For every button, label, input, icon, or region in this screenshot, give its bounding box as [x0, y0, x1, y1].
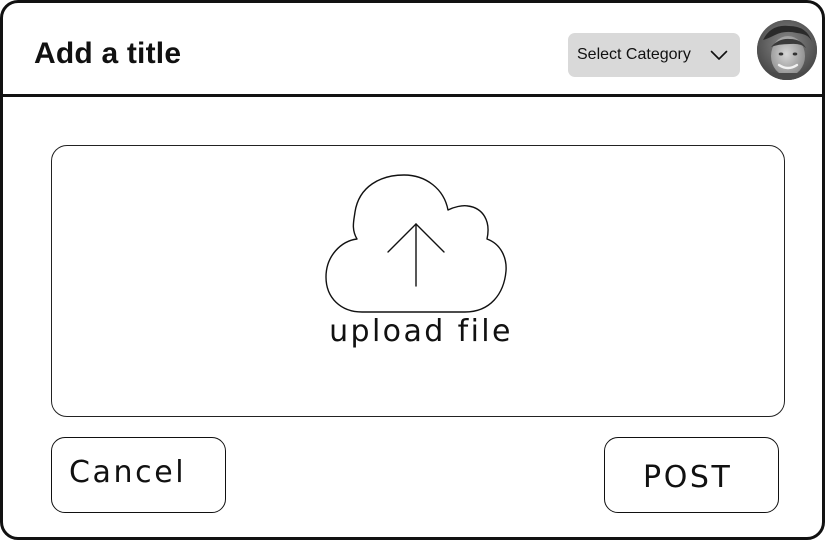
editor-header: Add a title Select Category: [3, 3, 825, 97]
upload-label: upload file: [329, 314, 513, 349]
title-input[interactable]: Add a title: [34, 35, 181, 73]
user-avatar-image: [757, 20, 817, 80]
category-select-label: Select Category: [577, 46, 691, 63]
post-button[interactable]: POST: [604, 437, 779, 513]
post-button-label: POST: [643, 460, 733, 495]
cancel-button[interactable]: Cancel: [51, 437, 226, 513]
cancel-button-label: Cancel: [69, 455, 187, 490]
category-select[interactable]: Select Category: [568, 33, 740, 77]
avatar[interactable]: [757, 20, 817, 80]
upload-dropzone[interactable]: upload file: [51, 145, 785, 417]
chevron-down-icon: [710, 50, 728, 60]
cloud-upload-icon: [325, 174, 507, 313]
post-editor-window: Add a title Select Category upload file …: [0, 0, 825, 540]
